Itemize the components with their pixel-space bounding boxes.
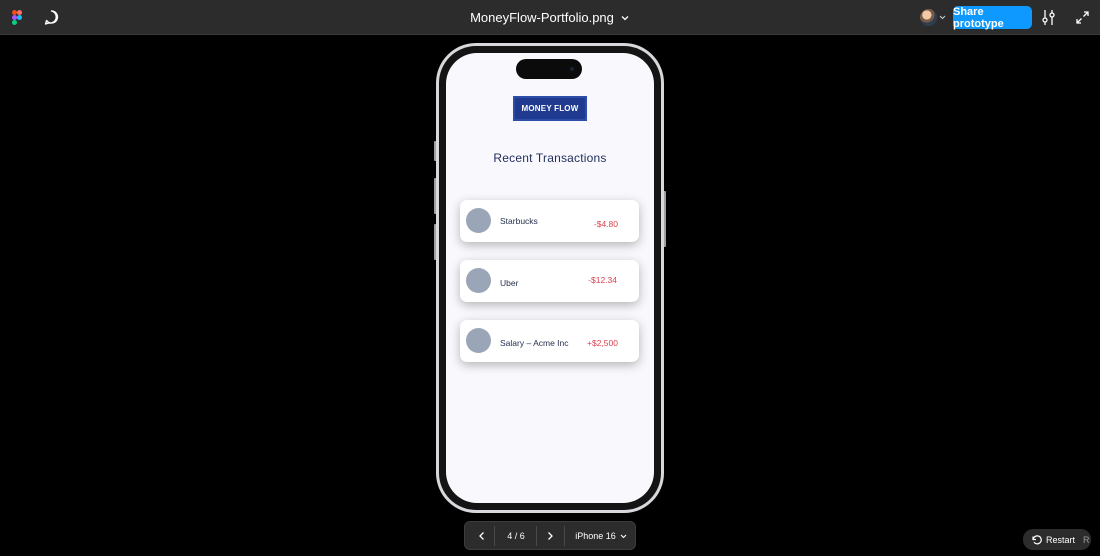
divider [536,526,537,546]
chevron-down-icon [621,15,629,20]
page-title: Recent Transactions [493,151,607,165]
previous-frame-button[interactable] [471,526,493,546]
dynamic-island [516,59,582,79]
transaction-card[interactable]: Salary – Acme Inc +$2,500 [460,320,639,362]
next-frame-button[interactable] [539,526,561,546]
figma-logo-icon[interactable] [12,10,22,25]
transaction-amount: -$12.34 [588,275,617,285]
prototype-pager: 4 / 6 iPhone 16 [464,521,636,550]
chevron-left-icon [479,532,484,540]
chevron-right-icon [548,532,553,540]
merchant-avatar [466,208,491,233]
transaction-name: Salary – Acme Inc [500,338,569,348]
device-select[interactable]: iPhone 16 [569,526,633,546]
brand-logo: MONEY FLOW [513,96,587,121]
settings-sliders-icon[interactable] [1041,9,1056,26]
merchant-avatar [466,328,491,353]
chevron-down-icon[interactable] [939,15,946,20]
phone-frame: MONEY FLOW Recent Transactions Starbucks… [436,43,664,513]
camera-icon [570,67,574,71]
transaction-name: Uber [500,278,519,288]
device-label: iPhone 16 [575,531,616,541]
restart-shortcut: R [1083,534,1090,545]
restart-icon [1032,535,1042,545]
transaction-card[interactable]: Starbucks -$4.80 [460,200,639,242]
transaction-card[interactable]: Uber -$12.34 [460,260,639,302]
prototype-screen[interactable]: MONEY FLOW Recent Transactions Starbucks… [446,53,654,503]
file-title: MoneyFlow-Portfolio.png [470,10,614,25]
frame-counter: 4 / 6 [507,531,525,541]
file-title-dropdown[interactable]: MoneyFlow-Portfolio.png [470,10,630,25]
transaction-amount: +$2,500 [587,338,618,348]
comment-icon[interactable] [43,9,60,26]
divider [494,526,495,546]
expand-icon[interactable] [1076,11,1089,24]
transaction-name: Starbucks [500,216,538,226]
avatar[interactable] [920,9,937,26]
toolbar: MoneyFlow-Portfolio.png Share prototype [0,0,1100,35]
merchant-avatar [466,268,491,293]
restart-label: Restart [1046,534,1076,545]
share-prototype-button[interactable]: Share prototype [953,6,1032,30]
transaction-amount: -$4.80 [593,219,618,229]
phone-bezel: MONEY FLOW Recent Transactions Starbucks… [439,46,661,510]
restart-button[interactable]: Restart R [1023,529,1091,550]
chevron-down-icon [620,534,627,538]
divider [564,526,565,546]
